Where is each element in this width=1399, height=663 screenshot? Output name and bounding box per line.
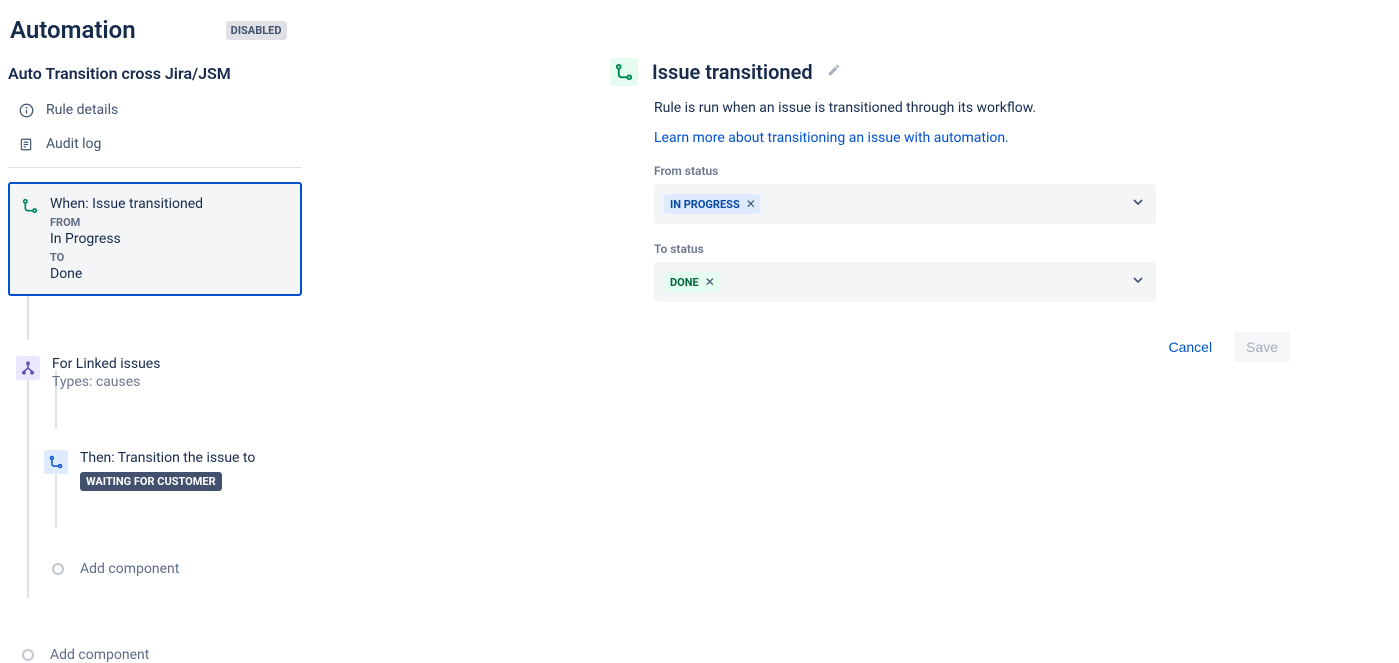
from-status-select[interactable]: IN PROGRESS ✕ [654, 184, 1156, 224]
transition-icon [20, 196, 40, 216]
to-status-chip: DONE ✕ [664, 272, 719, 292]
add-circle-icon [52, 563, 64, 575]
add-circle-icon [22, 649, 34, 661]
log-icon [18, 136, 34, 152]
info-icon [18, 102, 34, 118]
panel-description: Rule is run when an issue is transitione… [654, 100, 1290, 116]
chevron-down-icon[interactable] [1130, 194, 1146, 214]
to-status-select[interactable]: DONE ✕ [654, 262, 1156, 302]
to-status-label: To status [654, 242, 1290, 256]
add-component-outer[interactable]: Add component [22, 647, 302, 663]
add-component-outer-label: Add component [50, 647, 149, 663]
trigger-from-label: FROM [50, 216, 288, 229]
nav-rule-details[interactable]: Rule details [8, 93, 302, 127]
branch-title: For Linked issues [52, 356, 160, 372]
from-status-chip: IN PROGRESS ✕ [664, 194, 760, 214]
nav-audit-log[interactable]: Audit log [8, 127, 302, 161]
transition-action-icon [44, 450, 68, 474]
learn-more-link[interactable]: Learn more about transitioning an issue … [654, 130, 1290, 146]
connector-line [27, 290, 29, 340]
trigger-to-value: Done [50, 266, 288, 282]
branch-subtitle: Types: causes [52, 374, 160, 390]
connector-line [27, 370, 29, 598]
panel-transition-icon [610, 58, 638, 86]
divider [8, 167, 302, 168]
add-component-inner-label: Add component [80, 561, 179, 577]
remove-chip-icon[interactable]: ✕ [746, 197, 756, 211]
trigger-to-label: TO [50, 251, 288, 264]
status-badge-disabled: DISABLED [226, 21, 287, 40]
nav-rule-details-label: Rule details [46, 102, 118, 118]
remove-chip-icon[interactable]: ✕ [705, 275, 715, 289]
trigger-title: When: Issue transitioned [50, 196, 288, 212]
from-status-chip-text: IN PROGRESS [670, 198, 740, 211]
save-button[interactable]: Save [1234, 332, 1290, 362]
to-status-chip-text: DONE [670, 276, 699, 289]
cancel-button[interactable]: Cancel [1156, 332, 1224, 362]
action-card[interactable]: Then: Transition the issue to WAITING FO… [44, 450, 302, 491]
nav-audit-log-label: Audit log [46, 136, 101, 152]
rule-name: Auto Transition cross Jira/JSM [8, 52, 302, 93]
chevron-down-icon[interactable] [1130, 272, 1146, 292]
add-component-inner[interactable]: Add component [52, 561, 302, 577]
branch-icon [16, 356, 40, 380]
panel-title: Issue transitioned [652, 60, 813, 84]
trigger-from-value: In Progress [50, 231, 288, 247]
branch-card[interactable]: For Linked issues Types: causes [16, 356, 302, 390]
pencil-icon[interactable] [827, 63, 841, 81]
trigger-card[interactable]: When: Issue transitioned FROM In Progres… [8, 182, 302, 296]
page-title: Automation [10, 16, 136, 44]
action-title: Then: Transition the issue to [80, 450, 255, 466]
from-status-label: From status [654, 164, 1290, 178]
status-chip-waiting: WAITING FOR CUSTOMER [80, 472, 222, 491]
